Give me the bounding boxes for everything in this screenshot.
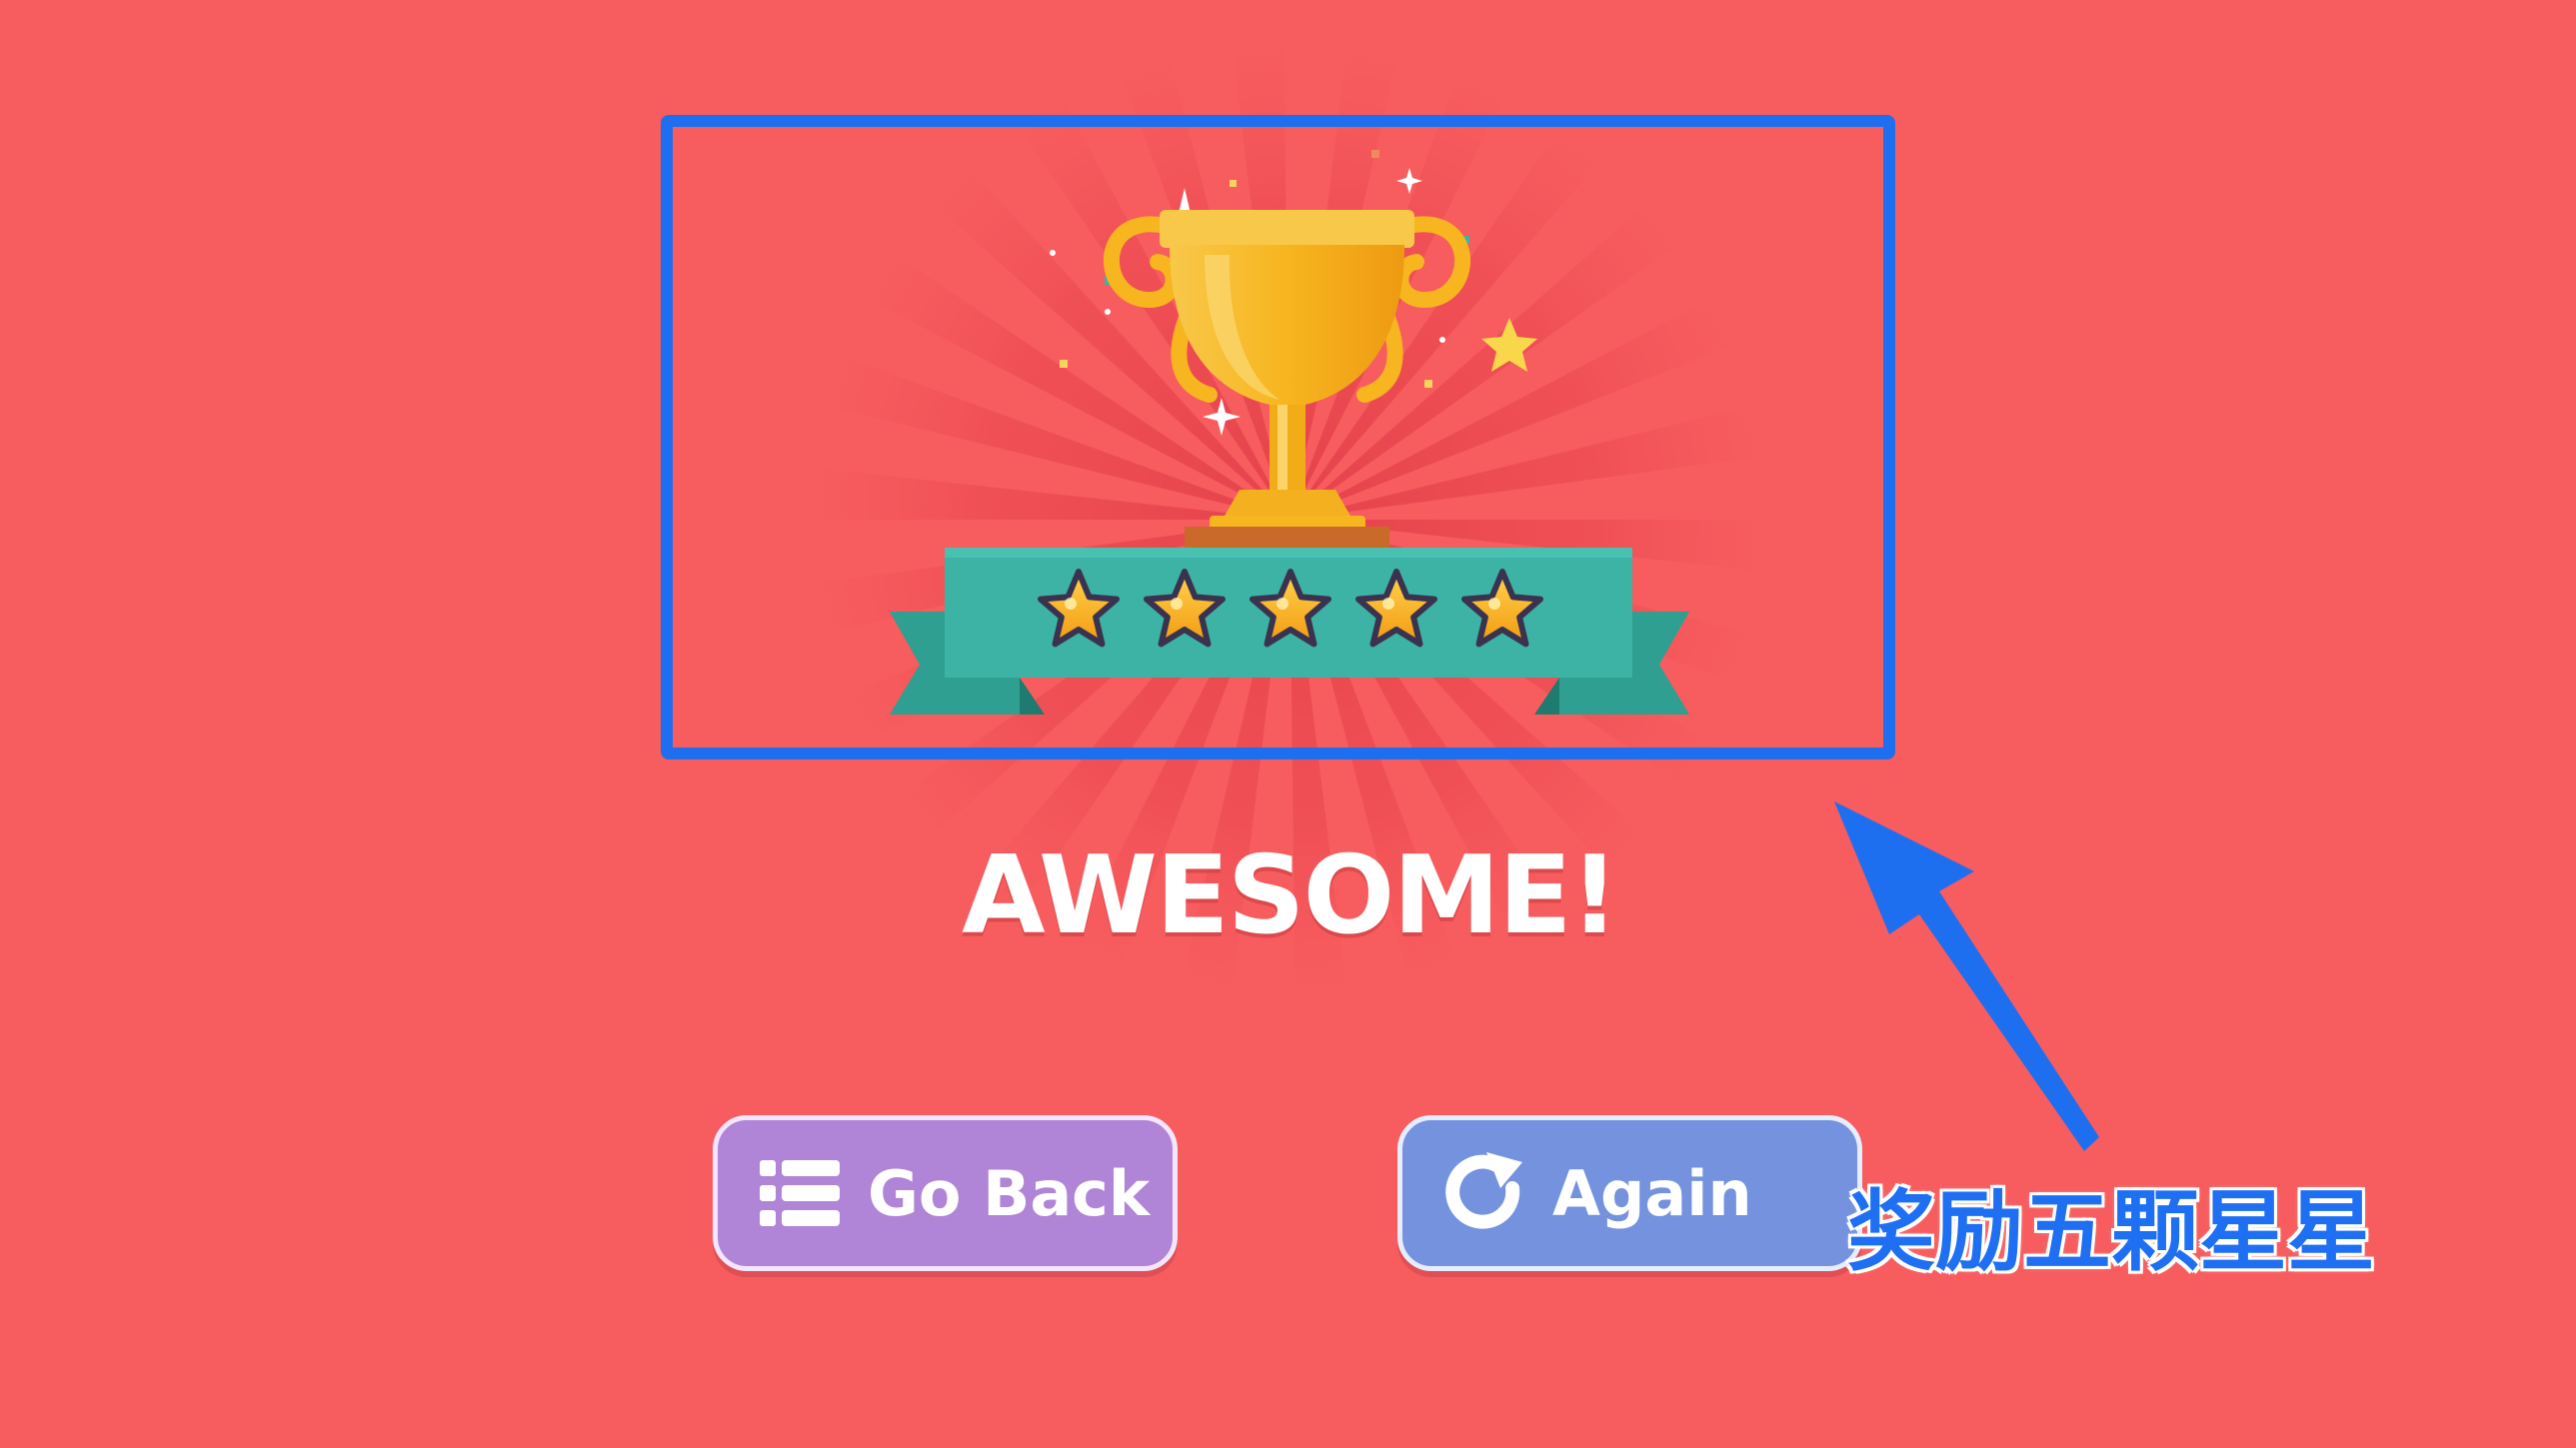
again-button[interactable]: Again [1397,1115,1862,1271]
highlight-box [661,115,1895,759]
again-label: Again [1552,1156,1752,1230]
result-screen: AWESOME! Go Back Again 奖励五颗星星 [0,0,2576,1448]
result-title: AWESOME! [962,833,1619,958]
list-icon [760,1160,840,1226]
replay-icon [1445,1152,1522,1229]
annotation-caption: 奖励五颗星星 [1846,1179,2377,1285]
go-back-button[interactable]: Go Back [713,1115,1178,1271]
annotation-arrow-icon [1834,801,2099,1151]
go-back-label: Go Back [868,1156,1151,1230]
